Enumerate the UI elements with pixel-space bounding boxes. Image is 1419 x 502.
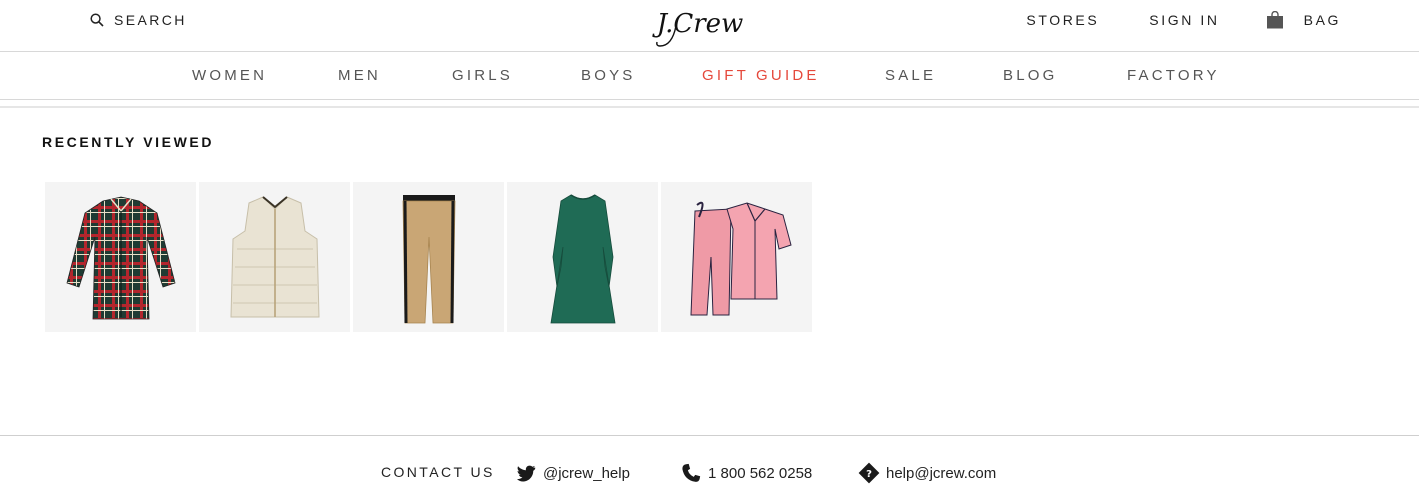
bag-button[interactable]: BAG [1266,11,1341,29]
twitter-handle: @jcrew_help [543,464,630,482]
nav-item-boys[interactable]: BOYS [581,67,635,84]
phone-icon [682,463,701,482]
puffer-vest-image [229,196,320,318]
plaid-shirt-image [66,196,175,320]
nav-item-factory[interactable]: FACTORY [1127,67,1220,84]
product-card[interactable] [45,182,196,332]
top-header: SEARCH J.Crew STORES SIGN IN BAG [0,0,1419,52]
twitter-link[interactable]: @jcrew_help [515,462,630,484]
help-icon: ? [858,462,880,484]
twitter-icon [516,465,536,482]
svg-text:J.Crew: J.Crew [652,9,744,39]
nav-item-girls[interactable]: GIRLS [452,67,513,84]
main-nav: WOMEN MEN GIRLS BOYS GIFT GUIDE SALE BLO… [0,53,1419,100]
page: SEARCH J.Crew STORES SIGN IN BAG WOMEN M… [0,0,1419,502]
nav-item-gift-guide[interactable]: GIFT GUIDE [702,67,820,84]
khaki-pants-image [402,195,455,324]
phone-number: 1 800 562 0258 [708,464,813,482]
search-icon [90,13,104,27]
contact-us-label: CONTACT US [381,464,495,480]
product-card[interactable] [507,182,658,332]
search-button[interactable]: SEARCH [90,10,187,30]
jcrew-logo[interactable]: J.Crew [650,2,750,50]
svg-text:?: ? [866,469,872,480]
nav-item-blog[interactable]: BLOG [1003,67,1057,84]
sign-in-link[interactable]: SIGN IN [1149,12,1219,28]
recently-viewed-title: RECENTLY VIEWED [42,134,215,150]
nav-item-sale[interactable]: SALE [885,67,936,84]
nav-item-women[interactable]: WOMEN [192,67,267,84]
search-label: SEARCH [114,12,187,28]
help-email: help@jcrew.com [886,464,997,482]
footer: CONTACT US @jcrew_help 1 800 562 0258 ? … [0,435,1419,502]
header-right: STORES SIGN IN BAG [1026,10,1341,30]
bag-label: BAG [1303,12,1341,28]
product-card[interactable] [353,182,504,332]
divider [0,106,1419,108]
pink-pajamas-image [689,201,792,316]
recently-viewed-grid [45,182,812,332]
nav-item-men[interactable]: MEN [338,67,381,84]
stores-link[interactable]: STORES [1026,12,1099,28]
shopping-bag-icon [1266,11,1283,29]
green-dress-image [550,194,615,324]
email-link[interactable]: ? help@jcrew.com [858,462,996,484]
product-card[interactable] [199,182,350,332]
product-card[interactable] [661,182,812,332]
phone-link[interactable]: 1 800 562 0258 [680,462,812,484]
